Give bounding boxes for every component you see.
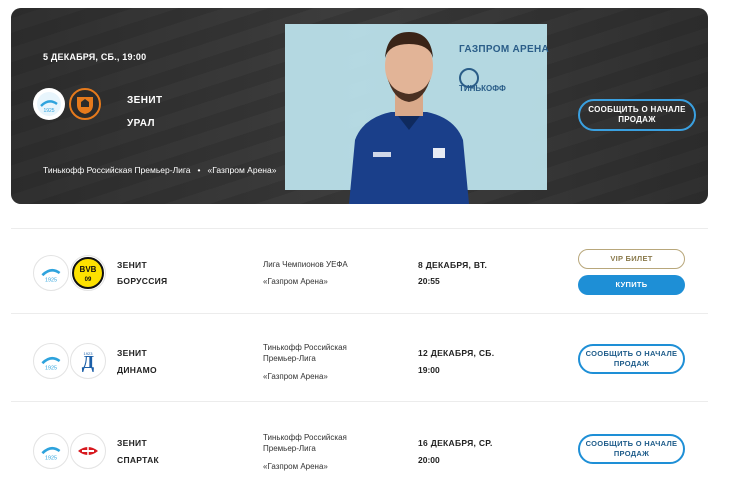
match-date: 12 ДЕКАБРЯ, СБ. bbox=[418, 348, 495, 358]
meta-separator: • bbox=[197, 165, 201, 175]
zenit-logo-icon: 1925 bbox=[33, 255, 69, 291]
player-photo bbox=[349, 32, 469, 204]
svg-text:1925: 1925 bbox=[43, 108, 54, 114]
match-row[interactable]: 1925 ЗЕНИТ СПАРТАК Тинькофф Российская П… bbox=[11, 406, 708, 482]
svg-text:1925: 1925 bbox=[45, 456, 57, 462]
featured-venue: «Газпром Арена» bbox=[207, 165, 277, 175]
home-team-name: ЗЕНИТ bbox=[117, 260, 147, 270]
away-team-name: ДИНАМО bbox=[117, 365, 157, 375]
spartak-logo-icon bbox=[70, 433, 106, 469]
featured-match-date: 5 ДЕКАБРЯ, СБ., 19:00 bbox=[43, 52, 147, 62]
tournament-name: Тинькофф Российская Премьер-Лига bbox=[263, 343, 347, 363]
svg-text:1925: 1925 bbox=[45, 278, 57, 284]
zenit-logo-icon: 1925 bbox=[33, 88, 65, 120]
match-date: 8 ДЕКАБРЯ, ВТ. bbox=[418, 260, 488, 270]
match-time: 20:00 bbox=[418, 455, 440, 465]
venue-name: «Газпром Арена» bbox=[263, 462, 328, 471]
featured-match-card[interactable]: ГАЗПРОМ АРЕНА ТИНЬКОФФ 5 ДЕКАБРЯ, СБ., 1… bbox=[11, 8, 708, 204]
away-team-name: БОРУССИЯ bbox=[117, 276, 168, 286]
vip-ticket-button[interactable]: VIP БИЛЕТ bbox=[578, 249, 685, 269]
match-time: 20:55 bbox=[418, 276, 440, 286]
tournament-name: Тинькофф Российская Премьер-Лига bbox=[263, 433, 347, 453]
match-row[interactable]: 1925 Д 1923 ЗЕНИТ ДИНАМО Тинькофф Российс… bbox=[11, 316, 708, 402]
notify-sales-button[interactable]: СООБЩИТЬ О НАЧАЛЕ ПРОДАЖ bbox=[578, 344, 685, 374]
venue-name: «Газпром Арена» bbox=[263, 372, 328, 381]
home-team-name: ЗЕНИТ bbox=[117, 438, 147, 448]
featured-away-team: УРАЛ bbox=[127, 118, 155, 129]
venue-name: «Газпром Арена» bbox=[263, 277, 328, 286]
match-time: 19:00 bbox=[418, 365, 440, 375]
buy-ticket-button[interactable]: КУПИТЬ bbox=[578, 275, 685, 295]
featured-home-team: ЗЕНИТ bbox=[127, 95, 163, 106]
notify-sales-button[interactable]: СООБЩИТЬ О НАЧАЛЕ ПРОДАЖ bbox=[578, 434, 685, 464]
home-team-name: ЗЕНИТ bbox=[117, 348, 147, 358]
match-date: 16 ДЕКАБРЯ, СР. bbox=[418, 438, 493, 448]
featured-tournament: Тинькофф Российская Премьер-Лига bbox=[43, 165, 191, 175]
svg-text:1923: 1923 bbox=[84, 351, 94, 356]
matches-page: ГАЗПРОМ АРЕНА ТИНЬКОФФ 5 ДЕКАБРЯ, СБ., 1… bbox=[0, 0, 730, 482]
svg-text:09: 09 bbox=[85, 277, 92, 283]
svg-text:1925: 1925 bbox=[45, 366, 57, 372]
featured-notify-button[interactable]: СООБЩИТЬ О НАЧАЛЕ ПРОДАЖ bbox=[578, 99, 696, 131]
ural-logo-icon bbox=[69, 88, 101, 120]
away-team-name: СПАРТАК bbox=[117, 455, 160, 465]
zenit-logo-icon: 1925 bbox=[33, 343, 69, 379]
featured-match-meta: Тинькофф Российская Премьер-Лига • «Газпро… bbox=[43, 165, 276, 175]
dinamo-logo-icon: Д 1923 bbox=[70, 343, 106, 379]
zenit-logo-icon: 1925 bbox=[33, 433, 69, 469]
bvb-logo-icon: BVB 09 bbox=[70, 255, 106, 291]
match-row[interactable]: 1925 BVB 09 ЗЕНИТ БОРУССИЯ Лига Чемпионов… bbox=[11, 228, 708, 314]
svg-text:BVB: BVB bbox=[80, 265, 97, 274]
tournament-name: Лига Чемпионов УЕФА bbox=[263, 260, 348, 269]
